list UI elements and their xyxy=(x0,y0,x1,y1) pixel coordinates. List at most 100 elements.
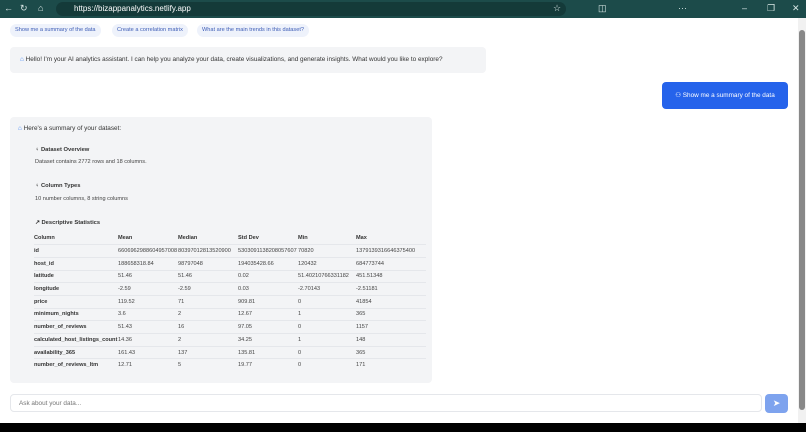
table-cell: 0 xyxy=(298,345,356,359)
restore-icon[interactable]: ❐ xyxy=(767,3,775,14)
table-cell: 51.43 xyxy=(118,320,178,334)
table-cell: id xyxy=(34,244,118,258)
table-cell: 0.02 xyxy=(238,269,298,283)
types-text: 10 number columns, 8 string columns xyxy=(35,196,128,202)
table-row: price 119.52 71 909.81 0 41854 xyxy=(34,294,426,309)
header-cell: Column xyxy=(34,235,55,242)
table-cell: 12.71 xyxy=(118,358,178,372)
table-cell: 3.6 xyxy=(118,307,178,321)
table-cell: 137 xyxy=(178,345,238,359)
header-cell: Mean xyxy=(118,235,133,242)
address-bar[interactable]: https://bizappanalytics.netlify.app xyxy=(56,2,566,16)
table-cell: -2.51181 xyxy=(356,282,426,296)
table-cell: number_of_reviews_ltm xyxy=(34,358,118,372)
user-icon: ⚇ xyxy=(675,92,681,99)
bot-icon: ⌂ xyxy=(20,56,24,63)
table-cell: 148 xyxy=(356,333,426,347)
send-button[interactable]: ➤ xyxy=(765,394,788,413)
suggestion-chip[interactable]: What are the main trends in this dataset… xyxy=(197,24,309,37)
table-cell: 1157 xyxy=(356,320,426,334)
suggestion-chip[interactable]: Show me a summary of the data xyxy=(10,24,101,37)
table-cell: 6606962988604957008 xyxy=(118,244,178,258)
back-icon[interactable]: ← xyxy=(4,3,13,13)
table-cell: 0 xyxy=(298,294,356,309)
table-cell: 120432 xyxy=(298,256,356,271)
table-row: availability_365 161.43 137 135.81 0 365 xyxy=(34,345,426,359)
table-row: number_of_reviews 51.43 16 97.05 0 1157 xyxy=(34,320,426,334)
table-cell: 80397012813520900 xyxy=(178,244,238,258)
table-cell: 194035428.66 xyxy=(238,256,298,271)
table-cell: -2.59 xyxy=(118,282,178,296)
header-cell: Min xyxy=(298,235,308,242)
stats-title: Descriptive Statistics xyxy=(41,220,101,226)
table-cell: 684773744 xyxy=(356,256,426,271)
header-cell: Std Dev xyxy=(238,235,259,242)
table-cell: -2.70143 xyxy=(298,282,356,296)
scrollbar[interactable] xyxy=(798,18,806,423)
lightbulb-icon: ♀ xyxy=(35,147,40,153)
scrollbar-thumb[interactable] xyxy=(799,30,805,410)
table-cell: 97.05 xyxy=(238,320,298,334)
table-cell: 365 xyxy=(356,307,426,321)
home-icon[interactable]: ⌂ xyxy=(38,3,43,13)
table-cell: 365 xyxy=(356,345,426,359)
table-cell: 98797048 xyxy=(178,256,238,271)
more-icon[interactable]: ··· xyxy=(678,3,687,13)
table-cell: 161.43 xyxy=(118,345,178,359)
chat-input[interactable] xyxy=(10,394,762,412)
assistant-greeting: ⌂ Hello! I'm your AI analytics assistant… xyxy=(10,47,486,73)
table-cell: 0 xyxy=(298,320,356,334)
user-message: ⚇ Show me a summary of the data xyxy=(662,82,788,109)
table-cell: 1 xyxy=(298,333,356,347)
table-row: host_id 188658318.84 98797048 194035428.66 1… xyxy=(34,256,426,271)
header-cell: Median xyxy=(178,235,198,242)
table-cell: 2 xyxy=(178,333,238,347)
greeting-text: Hello! I'm your AI analytics assistant. … xyxy=(25,56,443,63)
table-cell: 1 xyxy=(298,307,356,321)
overview-text: Dataset contains 2772 rows and 18 column… xyxy=(35,159,147,165)
close-icon[interactable]: ✕ xyxy=(792,3,800,14)
suggestion-chip[interactable]: Create a correlation matrix xyxy=(112,24,188,37)
table-cell: -2.59 xyxy=(178,282,238,296)
table-cell: 1379139316646375400 xyxy=(356,244,426,258)
table-cell: 451.51348 xyxy=(356,269,426,283)
table-cell: 19.77 xyxy=(238,358,298,372)
table-row: latitude 51.46 51.46 0.02 51.40210766331182 4… xyxy=(34,269,426,283)
table-cell: 0.03 xyxy=(238,282,298,296)
trending-icon: ↗ xyxy=(35,220,40,226)
table-cell: 51.46 xyxy=(178,269,238,283)
table-cell: 12.67 xyxy=(238,307,298,321)
table-header-row: Column Mean Median Std Dev Min Max xyxy=(34,232,426,245)
favorite-icon[interactable]: ☆ xyxy=(553,3,561,14)
table-cell: latitude xyxy=(34,269,118,283)
refresh-icon[interactable]: ↻ xyxy=(20,3,28,14)
table-row: longitude -2.59 -2.59 0.03 -2.70143 -2.51181 xyxy=(34,282,426,296)
stats-table: Column Mean Median Std Dev Min Max id 660… xyxy=(34,232,426,372)
bot-icon: ⌂ xyxy=(18,125,22,132)
table-cell: 135.81 xyxy=(238,345,298,359)
url-text: https://bizappanalytics.netlify.app xyxy=(74,4,191,13)
table-cell: price xyxy=(34,294,118,309)
table-cell: 119.52 xyxy=(118,294,178,309)
table-row: number_of_reviews_ltm 12.71 5 19.77 0 171 xyxy=(34,358,426,372)
table-cell: 171 xyxy=(356,358,426,372)
table-cell: 70820 xyxy=(298,244,356,258)
types-title: Column Types xyxy=(40,183,81,189)
table-cell: 14.36 xyxy=(118,333,178,347)
table-cell: 34.25 xyxy=(238,333,298,347)
chat-page: Show me a summary of the data Create a c… xyxy=(0,18,798,423)
table-cell: longitude xyxy=(34,282,118,296)
table-cell: availability_365 xyxy=(34,345,118,359)
split-screen-icon[interactable]: ◫ xyxy=(598,3,607,14)
user-message-text: Show me a summary of the data xyxy=(682,92,775,99)
browser-toolbar: ← ↻ ⌂ https://bizappanalytics.netlify.ap… xyxy=(0,0,806,18)
overview-title: Dataset Overview xyxy=(40,147,90,153)
table-cell: number_of_reviews xyxy=(34,320,118,334)
minimize-icon[interactable]: – xyxy=(742,3,747,13)
table-cell: 51.40210766331182 xyxy=(298,269,356,283)
header-cell: Max xyxy=(356,235,367,242)
table-cell: 16 xyxy=(178,320,238,334)
lightbulb-icon: ♀ xyxy=(35,183,40,189)
table-row: id 6606962988604957008 80397012813520900 53… xyxy=(34,244,426,258)
table-cell: 0 xyxy=(298,358,356,372)
